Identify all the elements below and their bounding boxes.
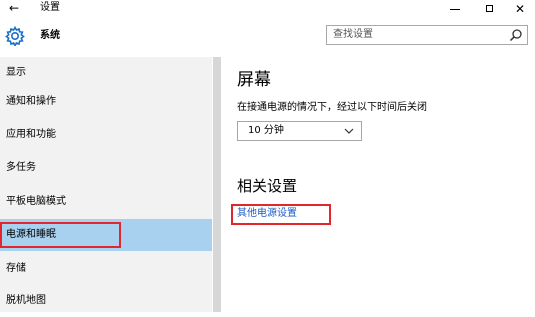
minimize-button[interactable] <box>440 0 470 17</box>
page-header: 系统 查找设置 <box>0 17 535 57</box>
sidebar-item-label: 显示 <box>6 67 26 78</box>
sidebar-item-multitasking[interactable]: 多任务 <box>0 152 212 184</box>
dropdown-value: 10 分钟 <box>248 125 284 136</box>
sidebar: 显示 通知和操作 应用和功能 多任务 平板电脑模式 电源和睡眠 存储 脱机地图 <box>0 57 212 312</box>
minimize-icon <box>450 8 460 10</box>
chevron-down-icon <box>344 128 354 134</box>
search-placeholder: 查找设置 <box>333 29 373 40</box>
sidebar-item-label: 脱机地图 <box>6 295 46 306</box>
search-input[interactable]: 查找设置 <box>326 25 528 45</box>
close-button[interactable]: ✕ <box>505 0 535 17</box>
sidebar-item-tablet-mode[interactable]: 平板电脑模式 <box>0 186 212 218</box>
scrollbar-thumb[interactable] <box>213 57 221 312</box>
sidebar-item-label: 应用和功能 <box>6 129 56 140</box>
maximize-button[interactable] <box>474 0 504 17</box>
related-settings-heading: 相关设置 <box>237 177 298 195</box>
back-arrow-icon[interactable]: ← <box>9 0 19 16</box>
sidebar-item-label: 多任务 <box>6 162 36 173</box>
annotation-highlight-box <box>231 204 331 225</box>
maximize-icon <box>485 5 493 12</box>
window-title: 设置 <box>40 2 60 13</box>
annotation-highlight-box <box>0 222 121 248</box>
sidebar-item-storage[interactable]: 存储 <box>0 253 212 285</box>
screen-heading: 屏幕 <box>237 70 271 90</box>
search-icon[interactable] <box>509 28 523 42</box>
sidebar-item-offline-maps[interactable]: 脱机地图 <box>0 285 212 317</box>
title-bar: ← 设置 ✕ <box>0 0 535 17</box>
sidebar-item-display[interactable]: 显示 <box>0 57 212 89</box>
screen-timeout-dropdown[interactable]: 10 分钟 <box>237 121 362 141</box>
sidebar-item-notifications[interactable]: 通知和操作 <box>0 86 212 118</box>
section-title: 系统 <box>40 30 60 41</box>
close-icon: ✕ <box>514 1 526 16</box>
sidebar-item-apps[interactable]: 应用和功能 <box>0 119 212 151</box>
sidebar-item-label: 存储 <box>6 263 26 274</box>
sidebar-item-label: 通知和操作 <box>6 96 56 107</box>
gear-icon <box>5 26 25 46</box>
screen-description: 在接通电源的情况下，经过以下时间后关闭 <box>237 102 427 113</box>
sidebar-item-label: 平板电脑模式 <box>6 196 66 207</box>
